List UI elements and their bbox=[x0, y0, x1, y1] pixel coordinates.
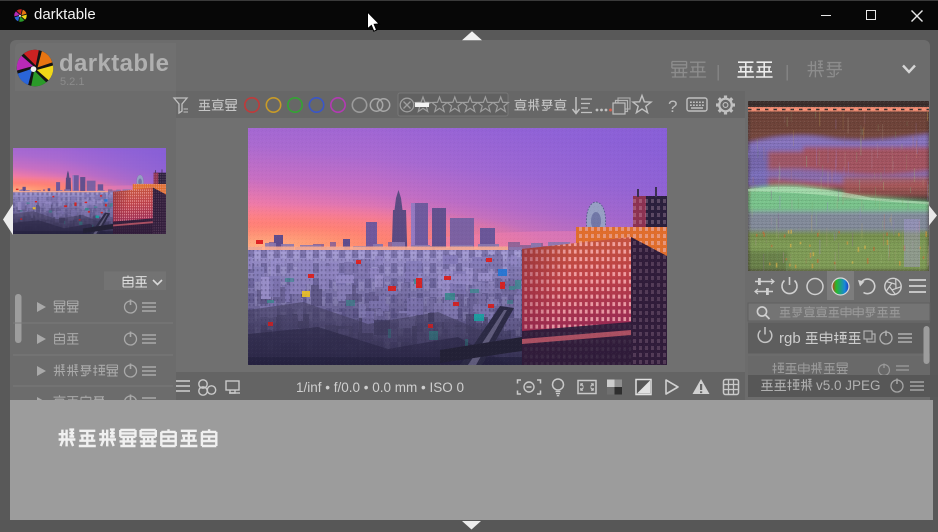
svg-text:1/inf • f/0.0 • 0.0 mm • ISO 0: 1/inf • f/0.0 • 0.0 mm • ISO 0 bbox=[296, 380, 464, 395]
svg-text:?: ? bbox=[668, 97, 677, 116]
svg-text:rgb: rgb bbox=[779, 330, 801, 347]
svg-text:|: | bbox=[785, 62, 789, 81]
svg-text:|: | bbox=[716, 62, 720, 81]
svg-text:v5.0 JPEG: v5.0 JPEG bbox=[816, 378, 881, 393]
